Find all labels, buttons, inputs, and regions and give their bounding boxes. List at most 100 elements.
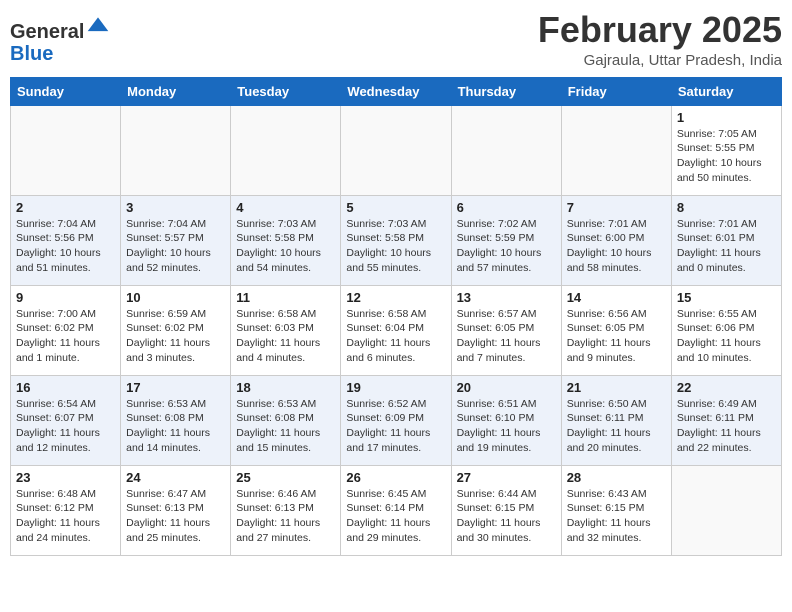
day-info: Sunrise: 6:52 AMSunset: 6:09 PMDaylight:… (346, 397, 445, 456)
day-number: 5 (346, 200, 445, 215)
day-number: 4 (236, 200, 335, 215)
weekday-header-wednesday: Wednesday (341, 77, 451, 105)
day-number: 7 (567, 200, 666, 215)
day-info: Sunrise: 6:47 AMSunset: 6:13 PMDaylight:… (126, 487, 225, 546)
calendar-week-row: 23 Sunrise: 6:48 AMSunset: 6:12 PMDayligh… (11, 465, 782, 555)
day-number: 22 (677, 380, 776, 395)
day-info: Sunrise: 7:00 AMSunset: 6:02 PMDaylight:… (16, 307, 115, 366)
day-info: Sunrise: 6:57 AMSunset: 6:05 PMDaylight:… (457, 307, 556, 366)
day-number: 14 (567, 290, 666, 305)
day-number: 8 (677, 200, 776, 215)
location: Gajraula, Uttar Pradesh, India (538, 52, 782, 69)
day-number: 25 (236, 470, 335, 485)
logo-icon (86, 14, 110, 38)
calendar-cell: 11Sunrise: 6:58 AMSunset: 6:03 PMDayligh… (231, 285, 341, 375)
logo: General Blue (10, 10, 110, 65)
day-number: 1 (677, 110, 776, 125)
calendar-cell: 28Sunrise: 6:43 AMSunset: 6:15 PMDayligh… (561, 465, 671, 555)
day-info: Sunrise: 7:03 AMSunset: 5:58 PMDaylight:… (346, 217, 445, 276)
calendar-cell: 9 Sunrise: 7:00 AMSunset: 6:02 PMDaylight… (11, 285, 121, 375)
calendar-cell: 20 Sunrise: 6:51 AMSunset: 6:10 PMDayligh… (451, 375, 561, 465)
day-info: Sunrise: 6:54 AMSunset: 6:07 PMDaylight:… (16, 397, 115, 456)
day-number: 9 (16, 290, 115, 305)
weekday-header-tuesday: Tuesday (231, 77, 341, 105)
calendar-cell (451, 105, 561, 195)
calendar-week-row: 2 Sunrise: 7:04 AMSunset: 5:56 PMDaylight… (11, 195, 782, 285)
day-info: Sunrise: 7:05 AMSunset: 5:55 PMDaylight:… (677, 127, 776, 186)
day-info: Sunrise: 6:51 AMSunset: 6:10 PMDaylight:… (457, 397, 556, 456)
day-number: 28 (567, 470, 666, 485)
calendar-cell: 1 Sunrise: 7:05 AMSunset: 5:55 PMDaylight… (671, 105, 781, 195)
day-number: 24 (126, 470, 225, 485)
calendar-cell: 25 Sunrise: 6:46 AMSunset: 6:13 PMDayligh… (231, 465, 341, 555)
day-number: 27 (457, 470, 556, 485)
day-info: Sunrise: 7:04 AMSunset: 5:56 PMDaylight:… (16, 217, 115, 276)
day-info: Sunrise: 6:58 AMSunset: 6:03 PMDaylight:… (236, 307, 335, 366)
calendar-cell: 22Sunrise: 6:49 AMSunset: 6:11 PMDayligh… (671, 375, 781, 465)
calendar-cell: 16 Sunrise: 6:54 AMSunset: 6:07 PMDayligh… (11, 375, 121, 465)
day-number: 20 (457, 380, 556, 395)
day-info: Sunrise: 7:02 AMSunset: 5:59 PMDaylight:… (457, 217, 556, 276)
day-number: 6 (457, 200, 556, 215)
weekday-header-monday: Monday (121, 77, 231, 105)
calendar-cell: 10 Sunrise: 6:59 AMSunset: 6:02 PMDayligh… (121, 285, 231, 375)
calendar-cell: 17 Sunrise: 6:53 AMSunset: 6:08 PMDayligh… (121, 375, 231, 465)
day-info: Sunrise: 6:56 AMSunset: 6:05 PMDaylight:… (567, 307, 666, 366)
day-info: Sunrise: 6:53 AMSunset: 6:08 PMDaylight:… (236, 397, 335, 456)
calendar-cell (231, 105, 341, 195)
day-info: Sunrise: 6:58 AMSunset: 6:04 PMDaylight:… (346, 307, 445, 366)
day-number: 13 (457, 290, 556, 305)
day-number: 3 (126, 200, 225, 215)
day-number: 15 (677, 290, 776, 305)
day-number: 18 (236, 380, 335, 395)
calendar-cell: 3 Sunrise: 7:04 AMSunset: 5:57 PMDaylight… (121, 195, 231, 285)
logo-blue-text: Blue (10, 43, 53, 65)
calendar-cell: 14 Sunrise: 6:56 AMSunset: 6:05 PMDayligh… (561, 285, 671, 375)
weekday-header-saturday: Saturday (671, 77, 781, 105)
day-info: Sunrise: 6:44 AMSunset: 6:15 PMDaylight:… (457, 487, 556, 546)
day-number: 23 (16, 470, 115, 485)
day-info: Sunrise: 7:04 AMSunset: 5:57 PMDaylight:… (126, 217, 225, 276)
day-number: 12 (346, 290, 445, 305)
day-number: 16 (16, 380, 115, 395)
calendar-cell: 12 Sunrise: 6:58 AMSunset: 6:04 PMDayligh… (341, 285, 451, 375)
day-number: 2 (16, 200, 115, 215)
calendar-cell: 21 Sunrise: 6:50 AMSunset: 6:11 PMDayligh… (561, 375, 671, 465)
calendar-cell (341, 105, 451, 195)
calendar-cell: 23 Sunrise: 6:48 AMSunset: 6:12 PMDayligh… (11, 465, 121, 555)
calendar-header-row: SundayMondayTuesdayWednesdayThursdayFrid… (11, 77, 782, 105)
day-info: Sunrise: 6:48 AMSunset: 6:12 PMDaylight:… (16, 487, 115, 546)
calendar-cell: 7Sunrise: 7:01 AMSunset: 6:00 PMDaylight… (561, 195, 671, 285)
calendar-cell (11, 105, 121, 195)
calendar-cell: 13 Sunrise: 6:57 AMSunset: 6:05 PMDayligh… (451, 285, 561, 375)
calendar-cell (121, 105, 231, 195)
day-info: Sunrise: 6:50 AMSunset: 6:11 PMDaylight:… (567, 397, 666, 456)
day-info: Sunrise: 6:59 AMSunset: 6:02 PMDaylight:… (126, 307, 225, 366)
day-info: Sunrise: 6:55 AMSunset: 6:06 PMDaylight:… (677, 307, 776, 366)
calendar-cell (561, 105, 671, 195)
calendar-cell: 2 Sunrise: 7:04 AMSunset: 5:56 PMDaylight… (11, 195, 121, 285)
weekday-header-friday: Friday (561, 77, 671, 105)
logo-general-text: General (10, 21, 84, 43)
calendar-cell: 18 Sunrise: 6:53 AMSunset: 6:08 PMDayligh… (231, 375, 341, 465)
day-number: 19 (346, 380, 445, 395)
calendar-table: SundayMondayTuesdayWednesdayThursdayFrid… (10, 77, 782, 556)
calendar-cell: 15 Sunrise: 6:55 AMSunset: 6:06 PMDayligh… (671, 285, 781, 375)
page-header: General Blue February 2025 Gajraula, Utt… (10, 10, 782, 69)
calendar-week-row: 16 Sunrise: 6:54 AMSunset: 6:07 PMDayligh… (11, 375, 782, 465)
calendar-cell: 26Sunrise: 6:45 AMSunset: 6:14 PMDayligh… (341, 465, 451, 555)
day-number: 21 (567, 380, 666, 395)
day-info: Sunrise: 6:53 AMSunset: 6:08 PMDaylight:… (126, 397, 225, 456)
calendar-cell: 19 Sunrise: 6:52 AMSunset: 6:09 PMDayligh… (341, 375, 451, 465)
day-info: Sunrise: 6:46 AMSunset: 6:13 PMDaylight:… (236, 487, 335, 546)
day-number: 10 (126, 290, 225, 305)
calendar-cell: 24 Sunrise: 6:47 AMSunset: 6:13 PMDayligh… (121, 465, 231, 555)
weekday-header-sunday: Sunday (11, 77, 121, 105)
calendar-cell: 8 Sunrise: 7:01 AMSunset: 6:01 PMDaylight… (671, 195, 781, 285)
calendar-week-row: 1 Sunrise: 7:05 AMSunset: 5:55 PMDaylight… (11, 105, 782, 195)
day-number: 17 (126, 380, 225, 395)
calendar-cell (671, 465, 781, 555)
day-info: Sunrise: 7:01 AMSunset: 6:01 PMDaylight:… (677, 217, 776, 276)
day-number: 26 (346, 470, 445, 485)
calendar-cell: 6 Sunrise: 7:02 AMSunset: 5:59 PMDaylight… (451, 195, 561, 285)
